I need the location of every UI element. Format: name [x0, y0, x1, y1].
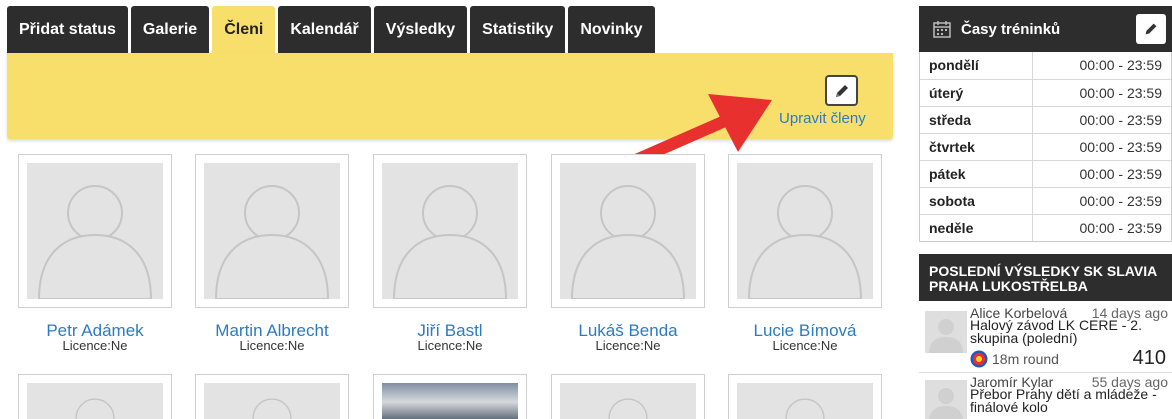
member-card[interactable]: Lucie Bímová Licence:Ne: [728, 154, 882, 352]
member-photo-frame[interactable]: [373, 374, 527, 419]
member-card[interactable]: Lukáš Benda Licence:Ne: [551, 154, 705, 352]
training-times-title: Časy tréninků: [961, 20, 1061, 38]
schedule-border: [919, 52, 1172, 242]
result-item[interactable]: Jaromír Kylar 55 days ago Přebor Prahy d…: [919, 374, 1172, 419]
member-photo-frame: [373, 154, 527, 308]
member-licence: Licence:Ne: [417, 338, 483, 353]
member-photo-frame: [18, 154, 172, 308]
member-card[interactable]: Martin Albrecht Licence:Ne: [195, 154, 349, 352]
avatar-placeholder: [204, 383, 340, 419]
avatar: [925, 380, 967, 419]
avatar: [925, 311, 967, 353]
member-photo-frame: [195, 154, 349, 308]
member-photo-frame: [728, 154, 882, 308]
tab-gallery[interactable]: Galerie: [130, 6, 210, 54]
member-name[interactable]: Lukáš Benda: [551, 322, 705, 339]
edit-members-link[interactable]: Upravit členy: [779, 110, 866, 127]
tab-statistics[interactable]: Statistiky: [470, 6, 566, 54]
member-licence: Licence:Ne: [62, 338, 128, 353]
training-times-header: Časy tréninků: [919, 6, 1172, 52]
avatar-placeholder: [560, 163, 696, 299]
tab-add-status[interactable]: Přidat status: [7, 6, 128, 54]
tab-results[interactable]: Výsledky: [373, 6, 468, 54]
result-score: 410: [1132, 347, 1166, 369]
member-licence: Licence:Ne: [772, 338, 838, 353]
member-photo-frame[interactable]: [195, 374, 349, 419]
target-icon: [970, 350, 988, 368]
avatar-placeholder: [560, 383, 696, 419]
avatar-placeholder: [737, 383, 873, 419]
pencil-icon: [1145, 23, 1157, 35]
tab-members[interactable]: Členi: [212, 6, 276, 54]
member-name[interactable]: Petr Adámek: [18, 322, 172, 339]
member-name[interactable]: Jiří Bastl: [373, 322, 527, 339]
member-licence: Licence:Ne: [239, 338, 305, 353]
edit-training-button[interactable]: [1136, 14, 1166, 44]
avatar-placeholder: [204, 163, 340, 299]
member-photo-frame[interactable]: [18, 374, 172, 419]
result-round: 18m round: [970, 350, 1059, 368]
avatar-placeholder: [382, 163, 518, 299]
result-round-label: 18m round: [992, 351, 1059, 367]
member-licence: Licence:Ne: [595, 338, 661, 353]
member-photo-frame[interactable]: [728, 374, 882, 419]
latest-results-header: Poslední výsledky SK SLAVIA PRAHA LUKOST…: [919, 254, 1172, 301]
member-name[interactable]: Lucie Bímová: [728, 322, 882, 339]
avatar-placeholder: [27, 383, 163, 419]
tab-bar: Přidat status Galerie Členi Kalendář Výs…: [7, 6, 655, 54]
pencil-icon: [835, 84, 848, 97]
tab-calendar[interactable]: Kalendář: [278, 6, 371, 54]
avatar-placeholder: [737, 163, 873, 299]
calendar-icon: [933, 21, 951, 38]
avatar-placeholder: [27, 163, 163, 299]
result-event[interactable]: Přebor Prahy dětí a mládeže - finálové k…: [970, 387, 1160, 414]
member-card[interactable]: Jiří Bastl Licence:Ne: [373, 154, 527, 352]
member-photo: [382, 383, 518, 419]
result-event[interactable]: Halový závod LK CERE - 2. skupina (poled…: [970, 318, 1160, 345]
member-photo-frame: [551, 154, 705, 308]
result-item[interactable]: Alice Korbelová 14 days ago Halový závod…: [919, 305, 1172, 373]
member-card[interactable]: Petr Adámek Licence:Ne: [18, 154, 172, 352]
member-name[interactable]: Martin Albrecht: [195, 322, 349, 339]
edit-members-button[interactable]: [825, 75, 858, 106]
members-toolbar: [7, 53, 893, 139]
member-photo-frame[interactable]: [551, 374, 705, 419]
tab-news[interactable]: Novinky: [568, 6, 655, 54]
